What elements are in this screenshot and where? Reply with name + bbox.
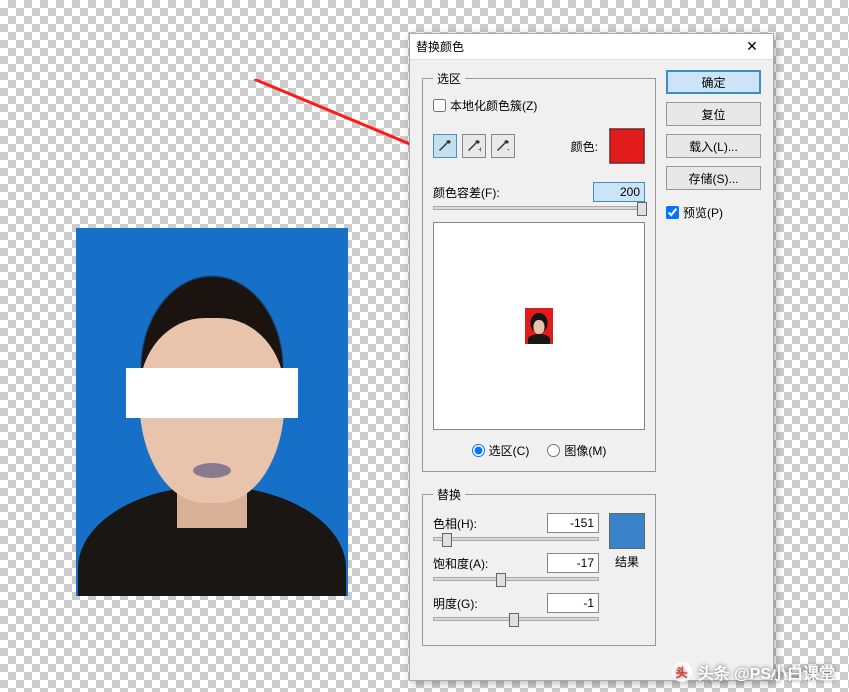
fuzziness-slider[interactable] [433, 206, 645, 210]
eyedropper-minus-icon: - [496, 139, 510, 153]
reset-button-label: 复位 [701, 106, 725, 123]
eyedropper-button[interactable] [433, 134, 457, 158]
preview-checkbox-label: 预览(P) [683, 204, 723, 221]
reset-button[interactable]: 复位 [666, 102, 761, 126]
selection-color-swatch[interactable] [609, 128, 645, 164]
lightness-input[interactable] [547, 593, 599, 613]
saturation-slider[interactable] [433, 577, 599, 581]
hue-slider[interactable] [433, 537, 599, 541]
fuzziness-input[interactable] [593, 182, 645, 202]
selection-color-label: 颜色: [571, 138, 598, 155]
save-button-label: 存储(S)... [689, 170, 739, 187]
radio-image-label: 图像(M) [564, 442, 606, 459]
selection-preview [433, 222, 645, 430]
ok-button[interactable]: 确定 [666, 70, 761, 94]
preview-checkbox-row[interactable]: 预览(P) [666, 204, 761, 221]
localized-checkbox-row[interactable]: 本地化颜色簇(Z) [433, 97, 645, 114]
load-button-label: 载入(L)... [689, 138, 738, 155]
watermark-icon: 头 [672, 662, 692, 682]
radio-image[interactable] [547, 444, 560, 457]
load-button[interactable]: 载入(L)... [666, 134, 761, 158]
eyedropper-plus-icon: + [467, 139, 481, 153]
lightness-slider-thumb[interactable] [509, 613, 519, 627]
result-label: 结果 [615, 553, 639, 570]
fuzziness-label: 颜色容差(F): [433, 184, 587, 201]
selection-group: 选区 本地化颜色簇(Z) + - 颜色: [422, 70, 656, 472]
replace-group: 替换 色相(H): 饱和度(A): [422, 486, 656, 646]
dialog-titlebar[interactable]: 替换颜色 ✕ [410, 34, 773, 60]
close-button[interactable]: ✕ [737, 36, 767, 58]
hue-label: 色相(H): [433, 515, 493, 532]
preview-thumb-body [528, 334, 550, 344]
lightness-slider[interactable] [433, 617, 599, 621]
replace-color-dialog: 替换颜色 ✕ 选区 本地化颜色簇(Z) + [409, 33, 774, 681]
preview-thumb-face [534, 320, 545, 334]
selection-legend: 选区 [433, 70, 465, 87]
save-button[interactable]: 存储(S)... [666, 166, 761, 190]
watermark: 头 头条 @PS小白课堂 [672, 660, 835, 684]
lightness-label: 明度(G): [433, 595, 493, 612]
saturation-input[interactable] [547, 553, 599, 573]
photo-eye-censor [126, 368, 298, 418]
preview-thumbnail [525, 308, 553, 344]
radio-selection[interactable] [472, 444, 485, 457]
hue-slider-thumb[interactable] [442, 533, 452, 547]
saturation-slider-thumb[interactable] [496, 573, 506, 587]
radio-selection-row[interactable]: 选区(C) [472, 442, 530, 459]
photo-mouth [193, 463, 231, 478]
watermark-text: 头条 @PS小白课堂 [698, 660, 835, 684]
hue-input[interactable] [547, 513, 599, 533]
fuzziness-slider-thumb[interactable] [637, 202, 647, 216]
main-photo [76, 228, 348, 596]
preview-checkbox[interactable] [666, 206, 679, 219]
eyedropper-subtract-button[interactable]: - [491, 134, 515, 158]
localized-label: 本地化颜色簇(Z) [450, 97, 537, 114]
dialog-title: 替换颜色 [416, 38, 737, 55]
radio-selection-label: 选区(C) [489, 442, 530, 459]
saturation-label: 饱和度(A): [433, 555, 493, 572]
result-color-swatch[interactable] [609, 513, 645, 549]
localized-checkbox[interactable] [433, 99, 446, 112]
svg-text:-: - [507, 145, 510, 153]
radio-image-row[interactable]: 图像(M) [547, 442, 606, 459]
replace-legend: 替换 [433, 486, 465, 503]
eyedropper-add-button[interactable]: + [462, 134, 486, 158]
eyedropper-icon [438, 139, 452, 153]
close-icon: ✕ [746, 38, 758, 55]
svg-text:+: + [478, 145, 481, 153]
ok-button-label: 确定 [701, 74, 725, 91]
